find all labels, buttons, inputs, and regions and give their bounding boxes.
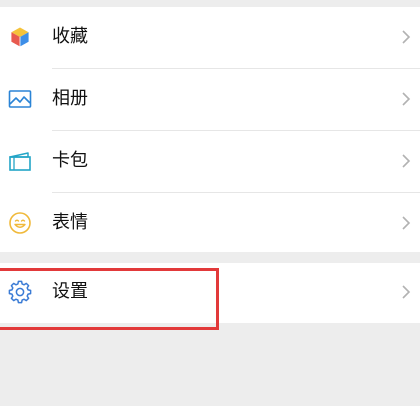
menu-item-label: 设置 <box>52 281 88 302</box>
menu-item-favorites[interactable]: 收藏 <box>0 7 420 68</box>
menu-item-label: 收藏 <box>52 26 88 47</box>
chevron-right-icon <box>402 154 411 168</box>
favorites-cube-icon <box>10 26 30 48</box>
top-spacer <box>0 0 420 7</box>
menu-item-card-wallet[interactable]: 卡包 <box>0 131 420 192</box>
menu-item-album[interactable]: 相册 <box>0 69 420 130</box>
menu-group: 收藏 相册 卡包 表情 <box>0 7 420 252</box>
chevron-right-icon <box>402 30 411 44</box>
chevron-right-icon <box>402 285 411 299</box>
settings-gear-icon <box>8 280 32 304</box>
menu-item-stickers[interactable]: 表情 <box>0 193 420 254</box>
menu-item-settings[interactable]: 设置 <box>0 263 420 323</box>
menu-item-label: 卡包 <box>52 150 88 171</box>
chevron-right-icon <box>402 216 411 230</box>
menu-item-label: 表情 <box>52 212 88 233</box>
chevron-right-icon <box>402 92 411 106</box>
card-wallet-icon <box>9 152 31 171</box>
settings-group: 设置 <box>0 263 420 323</box>
album-picture-icon <box>8 90 32 108</box>
sticker-smiley-icon <box>9 212 31 234</box>
menu-item-label: 相册 <box>52 88 88 109</box>
